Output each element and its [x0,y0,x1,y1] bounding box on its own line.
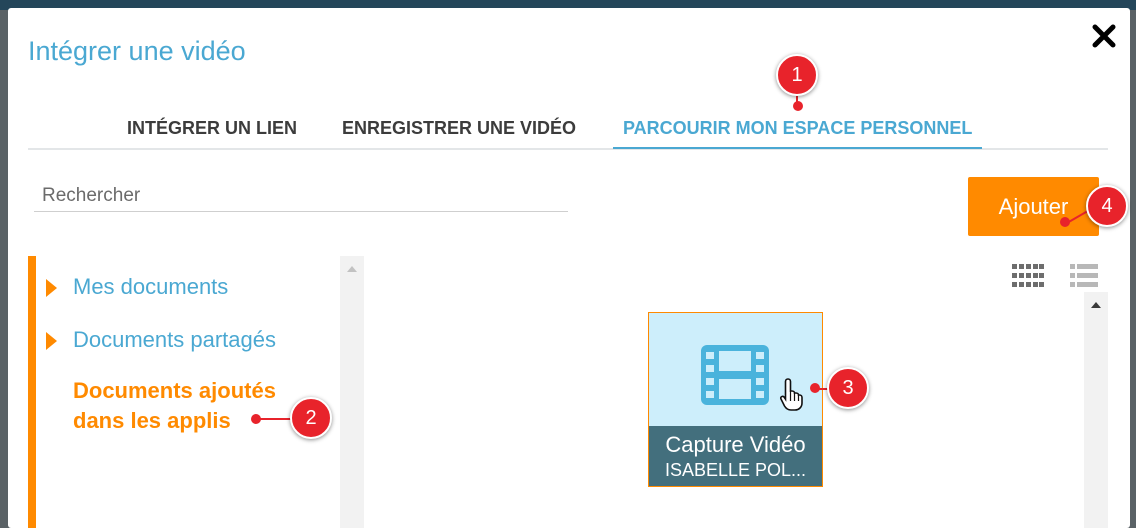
annotation-pointer-dot [810,383,820,393]
annotation-marker-1: 1 [776,54,818,96]
file-owner: ISABELLE POL... [664,460,807,480]
folder-my-documents[interactable]: Mes documents [46,274,229,300]
film-icon [701,345,769,405]
annotation-pointer-dot [793,101,803,111]
folder-tree-scrollbar[interactable] [340,256,364,528]
folder-label: Documents partagés [73,327,276,352]
folder-tree-accent-bar [28,256,36,528]
tab-record-video[interactable]: ENREGISTRER UNE VIDÉO [342,118,576,147]
tab-embed-link[interactable]: INTÉGRER UN LIEN [127,118,297,147]
list-view-icon [1070,264,1098,287]
caret-right-icon[interactable] [46,332,57,350]
scroll-up-icon[interactable] [347,266,357,272]
dialog-title: Intégrer une vidéo [28,36,246,66]
scroll-up-icon[interactable] [1091,302,1101,308]
annotation-pointer-dot [251,414,261,424]
caret-right-icon[interactable] [46,279,57,297]
file-caption: Capture Vidéo ISABELLE POL... [649,426,822,486]
tab-browse-personal-space[interactable]: PARCOURIR MON ESPACE PERSONNEL [613,118,983,149]
hand-pointer-icon [779,378,803,411]
annotation-pointer-line [260,418,294,420]
tab-bar: INTÉGRER UN LIEN ENREGISTRER UNE VIDÉO P… [28,112,1108,150]
folder-shared-documents[interactable]: Documents partagés [46,327,276,353]
add-button[interactable]: Ajouter [968,177,1099,236]
grid-view-icon [1012,264,1044,287]
annotation-pointer-dot [1060,217,1070,227]
list-view-button[interactable] [1070,264,1098,293]
folder-label: Mes documents [73,274,229,299]
close-icon [1092,24,1116,48]
annotation-marker-2: 2 [290,397,332,439]
file-grid-scrollbar[interactable] [1084,292,1108,528]
file-name: Capture Vidéo [665,432,806,457]
folder-app-documents[interactable]: Documents ajoutés dans les applis [73,376,303,436]
close-button[interactable] [1088,20,1120,52]
file-card[interactable]: Capture Vidéo ISABELLE POL... [648,312,823,487]
embed-video-dialog: Intégrer une vidéo INTÉGRER UN LIEN ENRE… [8,8,1130,528]
annotation-marker-4: 4 [1086,185,1128,227]
grid-view-button[interactable] [1012,264,1044,293]
search-input[interactable] [34,180,568,212]
annotation-marker-3: 3 [827,367,869,409]
folder-tree: Mes documents Documents partagés Documen… [28,256,364,528]
